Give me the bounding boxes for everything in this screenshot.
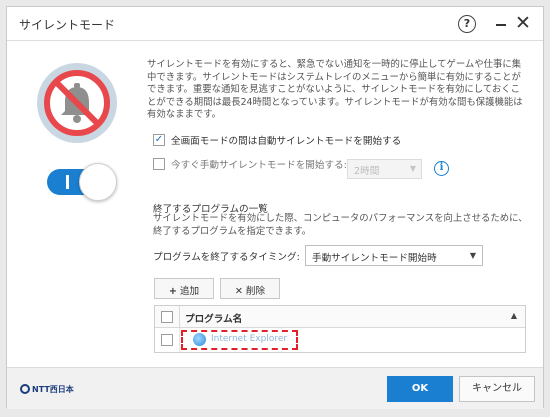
description-text: サイレントモードを有効にすると、緊急でない通知を一時的に停止してゲームや仕事に集… [147,59,523,121]
column-divider [179,306,180,328]
row-checkbox[interactable] [161,334,173,346]
duration-select[interactable]: 2時間 ▼ [347,159,422,179]
help-icon[interactable]: ? [458,15,476,33]
delete-button-label: 削除 [245,286,266,297]
cancel-button[interactable]: キャンセル [459,376,535,402]
highlight-box [181,330,298,350]
plus-icon: + [168,286,177,297]
logo-text: NTT西日本 [32,385,74,394]
silent-bell-icon [37,63,117,143]
delete-button[interactable]: ✕ 削除 [220,278,280,299]
fullscreen-option-label: 全画面モードの間は自動サイレントモードを開始する [171,136,402,147]
section-description: サイレントモードを有効にした際、コンピュータのパフォーマンスを向上させるために、… [153,213,528,237]
silent-mode-toggle[interactable] [47,163,119,201]
column-divider [179,328,180,352]
ok-button[interactable]: OK [387,376,453,402]
program-table: プログラム名 ▲ Internet Explorer [154,305,526,353]
table-row[interactable]: Internet Explorer [155,328,525,352]
minimize-icon[interactable] [496,24,506,26]
fullscreen-checkbox[interactable]: ✓ [153,134,165,146]
manual-start-option[interactable]: 今すぐ手動サイレントモードを開始する: [153,157,347,171]
dialog-footer: NTT西日本 OK キャンセル [7,367,543,409]
select-all-checkbox[interactable] [161,311,173,323]
duration-value: 2時間 [354,166,380,177]
add-button-label: 追加 [179,286,200,297]
sort-asc-icon[interactable]: ▲ [511,311,517,320]
title-bar: サイレントモード ? ✕ [7,7,543,41]
close-icon[interactable]: ✕ [515,12,531,34]
toggle-knob[interactable] [79,163,117,201]
chevron-down-icon: ▼ [409,164,416,173]
column-header-program-name[interactable]: プログラム名 [185,311,242,325]
fullscreen-auto-option[interactable]: ✓ 全画面モードの間は自動サイレントモードを開始する [153,133,401,147]
dialog-title: サイレントモード [19,18,116,32]
toggle-on-indicator [66,175,69,189]
manual-start-label: 今すぐ手動サイレントモードを開始する: [171,160,347,171]
manual-start-checkbox[interactable] [153,158,165,170]
timing-label: プログラムを終了するタイミング: [153,252,300,263]
timing-select[interactable]: 手動サイレントモード開始時 ▼ [305,245,483,266]
silent-mode-dialog: サイレントモード ? ✕ サイレントモードを有効にすると、緊急でない通知を一時的… [6,6,544,409]
add-button[interactable]: + 追加 [154,278,214,299]
logo-ring-icon [20,384,30,394]
ntt-west-logo: NTT西日本 [20,384,74,395]
chevron-down-icon: ▼ [469,251,476,260]
delete-icon: ✕ [234,286,243,297]
info-icon[interactable]: i [434,161,449,176]
timing-value: 手動サイレントモード開始時 [312,253,437,264]
table-header: プログラム名 ▲ [155,306,525,328]
